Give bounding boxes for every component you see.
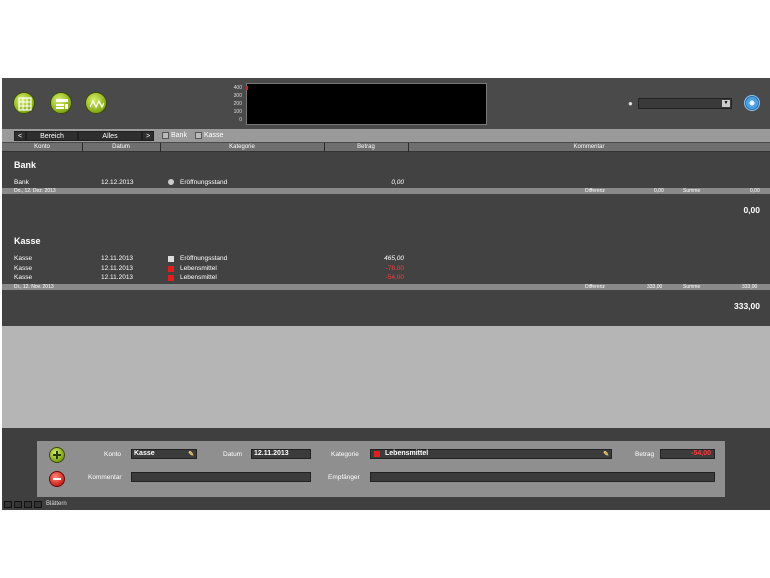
cell-kategorie: Lebensmittel [180,274,217,281]
cell-datum: 12.11.2013 [101,265,134,272]
kategorie-field[interactable]: Lebensmittel ✎ [370,449,612,459]
kasse-checkbox[interactable] [195,132,202,139]
chevron-down-icon[interactable]: ▼ [722,100,730,107]
add-icon[interactable] [49,447,65,463]
view-button[interactable] [24,501,32,508]
kommentar-label: Kommentar [88,474,122,481]
cell-kategorie: Lebensmittel [180,265,217,272]
kategorie-value: Lebensmittel [385,450,429,457]
group-title: Kasse [14,236,41,246]
cell-betrag: -54,00 [385,274,404,281]
range-selector[interactable]: Bereich [26,131,78,141]
cell-kategorie: Eröffnungsstand [180,179,228,186]
filter-bar: < Bereich Alles > Bank Kasse [2,129,770,142]
toolbar: 400 300 200 100 0 ● ▼ [2,78,770,128]
range-value[interactable]: Alles [78,131,142,141]
chart-view-icon[interactable] [85,92,107,114]
betrag-value: -54,00 [691,450,711,457]
kategorie-label: Kategorie [331,451,359,458]
group-total: 0,00 [743,205,760,215]
empfaenger-field[interactable] [370,472,715,482]
view-button[interactable] [4,501,12,508]
prev-range-button[interactable]: < [14,131,26,141]
next-range-button[interactable]: > [142,131,154,141]
table-view-icon[interactable] [13,92,35,114]
cell-konto: Kasse [14,255,33,262]
chart-marker [246,86,248,90]
cell-betrag: 465,00 [384,255,404,262]
status-label: Blättern [46,501,67,507]
column-header: Konto Datum Kategorie Betrag Kommentar [2,143,770,152]
footer-diff-label: Differenz [585,188,605,194]
empty-list-area [2,326,770,428]
kommentar-field[interactable] [131,472,311,482]
gear-icon[interactable] [744,95,760,111]
betrag-field[interactable]: -54,00 [660,449,715,459]
pencil-icon[interactable]: ✎ [603,451,609,459]
pencil-icon[interactable]: ✎ [188,451,194,459]
cell-datum: 12.12.2013 [101,179,134,186]
transaction-editor: Konto Kasse ✎ Datum 12.11.2013 Kategorie… [37,441,725,497]
konto-field[interactable]: Kasse ✎ [131,449,197,459]
cell-datum: 12.11.2013 [101,255,134,262]
remove-icon[interactable] [49,471,65,487]
cell-kategorie: Eröffnungsstand [180,255,228,262]
footer-diff: 333,00 [647,284,663,290]
category-color-icon [168,275,174,281]
search-icon: ● [628,99,633,108]
footer-date: Do., 12. Dez. 2013 [14,188,56,194]
col-kommentar[interactable]: Kommentar [408,144,770,150]
col-datum[interactable]: Datum [82,144,160,150]
chart-tick: 0 [239,117,242,123]
bank-checkbox[interactable] [162,132,169,139]
list-edit-icon[interactable] [50,92,72,114]
footer-sum: 333,00 [742,284,758,290]
search-input[interactable]: ▼ [638,98,732,109]
footer-sum-label: Summe [683,284,701,290]
group-title: Bank [14,160,37,170]
app-window: 400 300 200 100 0 ● ▼ < Bereich Alles > … [2,78,770,510]
transaction-list: Bank Bank 12.12.2013 Eröffnungsstand 0,0… [2,152,770,326]
footer-sum: 0,00 [750,188,760,194]
col-konto[interactable]: Konto [2,144,82,150]
group-footer: Di., 12. Nov. 2013 Differenz 333,00 Summ… [2,284,770,290]
cell-konto: Kasse [14,274,33,281]
kasse-checkbox-label: Kasse [204,132,224,139]
group-total: 333,00 [734,301,760,311]
cell-konto: Kasse [14,265,33,272]
empfaenger-label: Empfänger [328,474,360,481]
datum-label: Datum [223,451,243,458]
footer-diff: 0,00 [654,188,664,194]
datum-value: 12.11.2013 [254,450,289,457]
konto-value: Kasse [134,450,155,457]
mini-chart: 400 300 200 100 0 [228,81,490,125]
category-color-icon [374,451,380,457]
footer-sum-label: Summe [683,188,701,194]
datum-field[interactable]: 12.11.2013 [251,449,311,459]
chart-plot-area [246,83,487,125]
group-footer: Do., 12. Dez. 2013 Differenz 0,00 Summe … [2,188,770,194]
cell-datum: 12.11.2013 [101,274,134,281]
footer-date: Di., 12. Nov. 2013 [14,284,54,290]
betrag-label: Betrag [635,451,655,458]
status-bar: Blättern [2,500,102,510]
view-button[interactable] [34,501,42,508]
footer-diff-label: Differenz [585,284,605,290]
category-color-icon [168,266,174,272]
col-kategorie[interactable]: Kategorie [160,144,324,150]
category-color-icon [168,256,174,262]
chart-tick: 300 [233,93,242,99]
chart-tick: 100 [233,109,242,115]
cell-konto: Bank [14,179,29,186]
bank-checkbox-label: Bank [171,132,187,139]
view-button[interactable] [14,501,22,508]
konto-label: Konto [104,451,121,458]
col-betrag[interactable]: Betrag [324,144,408,150]
search-box[interactable]: ● ▼ [628,98,734,110]
cell-betrag: -78,00 [385,265,404,272]
category-color-icon [168,179,174,185]
cell-betrag: 0,00 [391,179,404,186]
chart-tick: 200 [233,101,242,107]
chart-tick: 400 [233,85,242,91]
